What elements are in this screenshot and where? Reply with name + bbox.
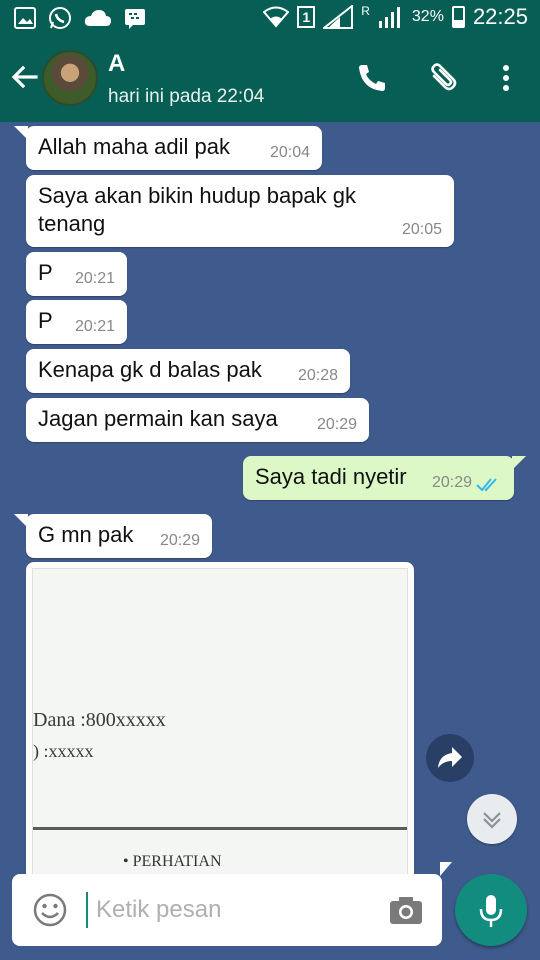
image-message[interactable]: Dana :800xxxxx ) :xxxxx • PERHATIAN bbox=[26, 562, 414, 882]
attach-icon[interactable] bbox=[426, 62, 458, 94]
more-vert-icon[interactable] bbox=[494, 62, 518, 94]
bubble-tail bbox=[512, 456, 526, 470]
message-text: Saya akan bikin hudup bapak gk tenang bbox=[38, 183, 357, 236]
message-time: 20:05 bbox=[401, 221, 442, 238]
roaming-indicator: R bbox=[361, 4, 370, 18]
message-time: 20:29 bbox=[316, 416, 357, 433]
forward-icon bbox=[438, 747, 462, 768]
wifi-icon bbox=[263, 6, 290, 28]
message-bubble-incoming[interactable]: Saya akan bikin hudup bapak gk tenang 20… bbox=[26, 175, 454, 247]
chat-header: A hari ini pada 22:04 bbox=[0, 36, 540, 122]
back-arrow-icon[interactable] bbox=[10, 62, 40, 92]
phone-icon[interactable] bbox=[356, 62, 388, 94]
image-text-line: ) :xxxxx bbox=[33, 741, 94, 761]
image-thumbnail[interactable]: Dana :800xxxxx ) :xxxxx • PERHATIAN bbox=[32, 568, 408, 882]
gallery-icon bbox=[14, 7, 36, 29]
chevron-down-icon bbox=[483, 812, 501, 829]
message-time: 20:28 bbox=[297, 367, 338, 384]
message-time: 20:29 bbox=[159, 532, 200, 549]
status-bar: 1 R 32% 22:25 bbox=[0, 0, 540, 36]
message-text: P bbox=[38, 260, 53, 285]
message-text: G mn pak bbox=[38, 522, 134, 547]
message-text: Kenapa gk d balas pak bbox=[38, 357, 262, 382]
camera-icon[interactable] bbox=[388, 894, 424, 926]
message-bubble-outgoing[interactable]: Saya tadi nyetir 20:29 bbox=[243, 456, 526, 500]
message-bubble-incoming[interactable]: Allah maha adil pak 20:04 bbox=[14, 126, 322, 170]
message-text: P bbox=[38, 308, 53, 333]
last-seen[interactable]: hari ini pada 22:04 bbox=[108, 86, 264, 108]
message-input[interactable] bbox=[96, 888, 386, 932]
bbm-icon bbox=[125, 9, 145, 29]
sim-icon: 1 bbox=[297, 6, 316, 28]
message-text: Saya tadi nyetir bbox=[255, 464, 407, 489]
bubble-tail bbox=[14, 514, 28, 528]
contact-name[interactable]: A bbox=[108, 50, 125, 78]
message-text: Allah maha adil pak bbox=[38, 134, 231, 159]
message-bubble-incoming[interactable]: P 20:21 bbox=[26, 300, 127, 344]
message-time: 20:21 bbox=[74, 270, 115, 287]
message-input-bar bbox=[12, 862, 452, 946]
clock: 22:25 bbox=[472, 4, 528, 29]
voice-record-button[interactable] bbox=[455, 874, 527, 946]
scroll-down-button[interactable] bbox=[467, 794, 517, 844]
bubble-tail bbox=[14, 126, 28, 140]
forward-button[interactable] bbox=[426, 734, 474, 782]
message-time: 20:04 bbox=[269, 144, 310, 161]
message-time: 20:21 bbox=[74, 318, 115, 335]
cloud-icon bbox=[84, 10, 111, 26]
message-time: 20:29 bbox=[431, 474, 472, 491]
roaming-signal-icon bbox=[378, 7, 400, 28]
battery-percent: 32% bbox=[411, 8, 444, 25]
message-text: Jagan permain kan saya bbox=[38, 406, 278, 431]
avatar[interactable] bbox=[42, 50, 98, 106]
message-bubble-incoming[interactable]: G mn pak 20:29 bbox=[14, 514, 212, 558]
image-text-line: Dana :800xxxxx bbox=[33, 709, 166, 731]
input-bubble-tail bbox=[440, 862, 452, 876]
signal-icon bbox=[323, 5, 354, 29]
text-caret bbox=[86, 892, 88, 928]
whatsapp-icon bbox=[49, 7, 71, 29]
emoji-icon[interactable] bbox=[32, 892, 68, 928]
read-receipt-icon bbox=[476, 478, 497, 492]
message-bubble-incoming[interactable]: P 20:21 bbox=[26, 252, 127, 296]
image-text-line: • PERHATIAN bbox=[123, 853, 222, 870]
message-bubble-incoming[interactable]: Kenapa gk d balas pak 20:28 bbox=[26, 349, 350, 393]
mic-icon bbox=[479, 895, 503, 927]
image-divider bbox=[33, 827, 407, 830]
battery-icon bbox=[451, 6, 465, 28]
message-bubble-incoming[interactable]: Jagan permain kan saya 20:29 bbox=[26, 398, 369, 442]
